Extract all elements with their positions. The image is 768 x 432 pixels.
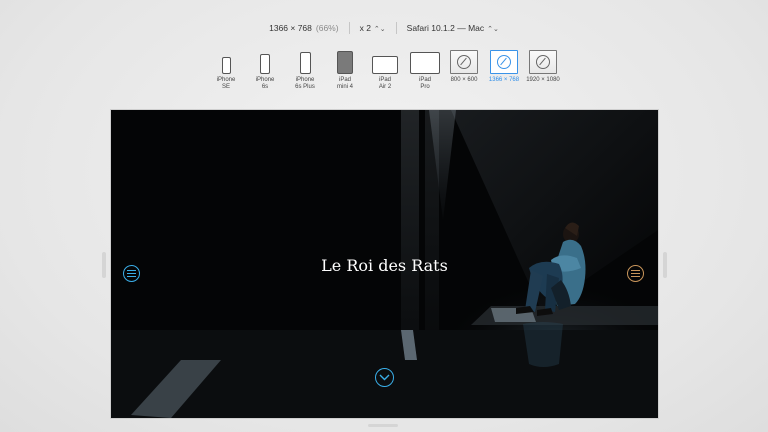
iphone-icon xyxy=(299,48,311,74)
device-label: 1366 × 768 xyxy=(488,77,520,83)
device-label: iPhone 6s xyxy=(255,77,275,90)
scroll-down-button[interactable] xyxy=(375,368,394,387)
chevron-down-icon xyxy=(379,374,390,381)
device-iphone-6s[interactable]: iPhone 6s xyxy=(245,48,285,91)
device-label: iPhone 6s Plus xyxy=(295,77,315,90)
device-1920x1080[interactable]: 1920 × 1080 xyxy=(523,48,563,84)
safari-compass-icon xyxy=(457,55,471,69)
chevron-updown-icon: ⌃⌄ xyxy=(373,26,386,33)
ipad-landscape-icon xyxy=(372,48,398,74)
browser-value: Safari 10.1.2 — Mac xyxy=(406,23,485,33)
hamburger-icon xyxy=(127,269,136,271)
device-ipad-air-2[interactable]: iPad Air 2 xyxy=(365,48,405,91)
menu-button-left[interactable] xyxy=(123,265,140,282)
desktop-frame xyxy=(490,48,518,74)
device-ipad-mini-4[interactable]: iPad mini 4 xyxy=(325,48,365,91)
chevron-updown-icon: ⌃⌄ xyxy=(487,26,499,33)
zoom-percent: (66%) xyxy=(315,23,339,33)
device-ipad-pro[interactable]: iPad Pro xyxy=(405,48,445,91)
hamburger-icon-bar xyxy=(127,276,136,278)
device-iphone-6s-plus[interactable]: iPhone 6s Plus xyxy=(285,48,325,91)
resize-handle-left[interactable] xyxy=(102,252,106,278)
scale-select[interactable]: x 2 ⌃⌄ xyxy=(360,23,386,33)
device-label: iPad Pro xyxy=(418,77,431,90)
device-label: 800 × 600 xyxy=(450,77,478,83)
device-label: iPad Air 2 xyxy=(378,77,392,90)
scale-value: x 2 xyxy=(359,23,371,33)
desktop-frame xyxy=(450,48,478,74)
hamburger-icon-bar xyxy=(631,272,640,275)
hero-title: Le Roi des Rats xyxy=(321,256,448,275)
device-800x600[interactable]: 800 × 600 xyxy=(444,48,484,84)
preview-viewport: Le Roi des Rats xyxy=(111,110,658,418)
hamburger-icon xyxy=(631,269,640,271)
iphone-icon xyxy=(221,48,231,74)
device-label: iPad mini 4 xyxy=(336,77,353,90)
safari-compass-icon xyxy=(536,55,550,69)
resize-handle-bottom[interactable] xyxy=(368,424,398,427)
iphone-icon xyxy=(260,48,270,74)
ipad-icon xyxy=(337,48,353,74)
ipad-pro-icon xyxy=(410,48,440,74)
resolution-label: 1366 × 768 xyxy=(269,23,312,33)
device-label: iPhone SE xyxy=(216,77,236,90)
menu-button-right[interactable] xyxy=(627,265,644,282)
device-1366x768[interactable]: 1366 × 768 xyxy=(484,48,524,84)
hamburger-icon-bar xyxy=(127,272,136,275)
browser-select[interactable]: Safari 10.1.2 — Mac ⌃⌄ xyxy=(407,23,499,33)
hamburger-icon-bar xyxy=(631,276,640,278)
resize-handle-right[interactable] xyxy=(663,252,667,278)
device-picker: iPhone SE iPhone 6s iPhone 6s Plus iPad … xyxy=(0,48,768,90)
safari-compass-icon xyxy=(497,55,511,69)
desktop-frame xyxy=(529,48,557,74)
toolbar-divider xyxy=(395,22,397,34)
preview-toolbar: 1366 × 768 (66%) x 2 ⌃⌄ Safari 10.1.2 — M… xyxy=(0,20,768,36)
toolbar-divider xyxy=(348,22,350,34)
device-iphone-se[interactable]: iPhone SE xyxy=(206,48,246,91)
device-label: 1920 × 1080 xyxy=(526,77,560,83)
